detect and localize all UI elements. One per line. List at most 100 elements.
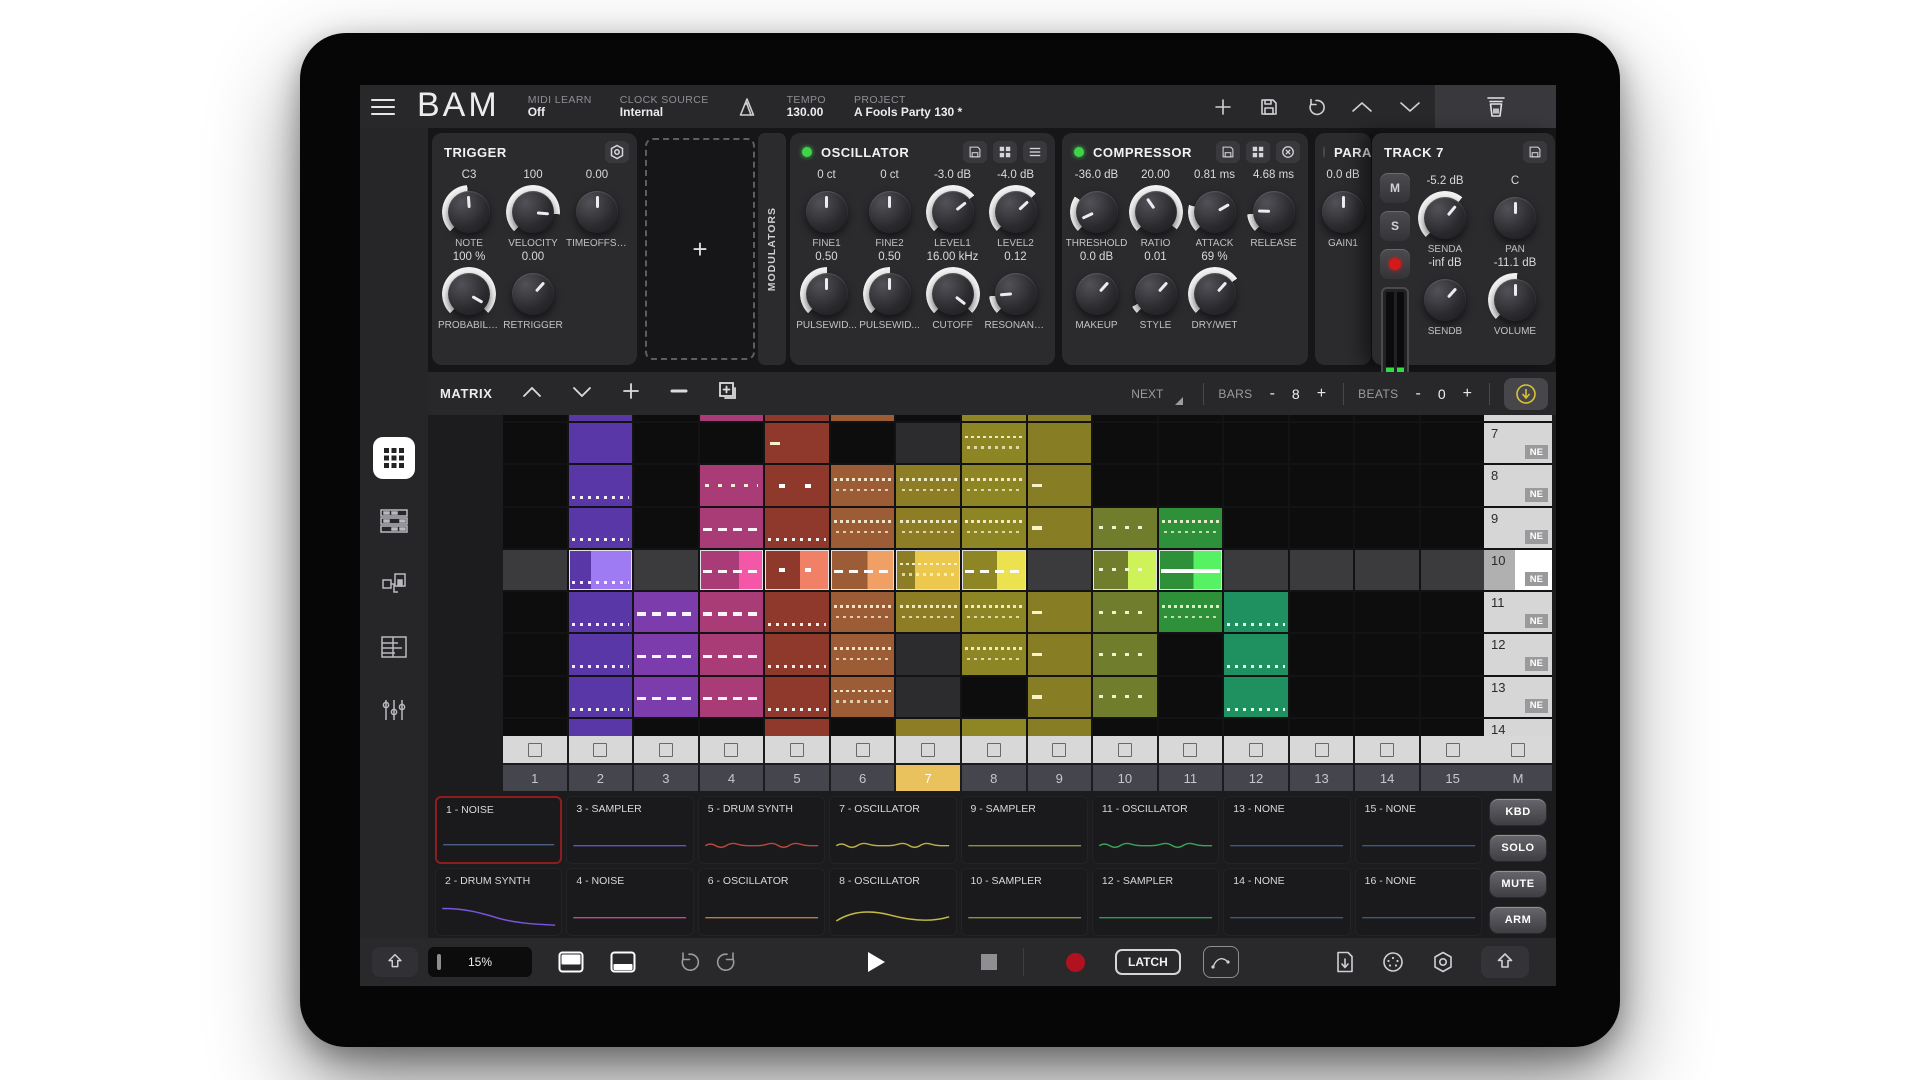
bars-plus-button[interactable]: + — [1314, 385, 1329, 403]
matrix-cell[interactable] — [700, 415, 764, 421]
track-card-15-none[interactable]: 15 - NONE — [1355, 796, 1482, 864]
matrix-cell[interactable] — [1159, 719, 1223, 736]
knob-probability[interactable]: 100 %PROBABILITY — [437, 251, 501, 331]
scene-checkbox[interactable] — [1093, 736, 1157, 763]
matrix-cell[interactable] — [1355, 508, 1419, 548]
matrix-cell[interactable] — [634, 592, 698, 632]
zoom-slider-handle[interactable] — [437, 954, 441, 970]
matrix-cell[interactable] — [1421, 677, 1485, 717]
midi-icon[interactable] — [1381, 950, 1405, 974]
matrix-cell[interactable] — [1224, 550, 1288, 590]
matrix-cell[interactable] — [503, 550, 567, 590]
matrix-cell[interactable] — [700, 719, 764, 736]
oscillator-grid-icon[interactable] — [993, 141, 1017, 163]
matrix-cell[interactable] — [634, 415, 698, 421]
matrix-cell[interactable] — [569, 423, 633, 463]
matrix-cell[interactable] — [962, 592, 1026, 632]
matrix-remove-icon[interactable] — [670, 382, 688, 405]
scene-checkbox[interactable] — [634, 736, 698, 763]
matrix-cell[interactable] — [1093, 415, 1157, 421]
mute-button[interactable]: M — [1380, 173, 1410, 203]
track-card-5-drum-synth[interactable]: 5 - DRUM SYNTH — [698, 796, 825, 864]
solo-button[interactable]: S — [1380, 211, 1410, 241]
matrix-cell[interactable] — [1355, 634, 1419, 674]
knob-release[interactable]: 4.68 msRELEASE — [1244, 169, 1303, 249]
matrix-cell[interactable] — [962, 677, 1026, 717]
solo-button[interactable]: SOLO — [1489, 834, 1547, 862]
matrix-cell[interactable] — [765, 508, 829, 548]
matrix-cell[interactable] — [1290, 592, 1354, 632]
matrix-cell[interactable] — [1421, 423, 1485, 463]
matrix-cell[interactable] — [569, 508, 633, 548]
oscillator-led[interactable] — [802, 147, 812, 157]
knob-pan[interactable]: CPAN — [1480, 175, 1550, 255]
scene-number[interactable]: 7 — [896, 765, 960, 791]
scene-row-label[interactable]: 14 — [1484, 719, 1552, 736]
matrix-cell[interactable] — [1355, 677, 1419, 717]
matrix-cell[interactable] — [634, 423, 698, 463]
matrix-duplicate-icon[interactable] — [718, 381, 738, 406]
scene-number[interactable]: 15 — [1421, 765, 1485, 791]
matrix-cell[interactable] — [700, 677, 764, 717]
next-scene-selector[interactable]: NEXT — [1131, 387, 1189, 401]
matrix-cell[interactable] — [765, 465, 829, 505]
project-field[interactable]: PROJECT A Fools Party 130 * — [854, 94, 962, 120]
matrix-cell[interactable] — [503, 719, 567, 736]
matrix-cell[interactable] — [700, 550, 764, 590]
scene-number[interactable]: 12 — [1224, 765, 1288, 791]
matrix-cell[interactable] — [1093, 550, 1157, 590]
matrix-cell[interactable] — [896, 508, 960, 548]
matrix-cell[interactable] — [1159, 634, 1223, 674]
knob-resonance[interactable]: 0.12RESONANCE — [984, 251, 1047, 331]
matrix-cell[interactable] — [1028, 592, 1092, 632]
compressor-close-icon[interactable] — [1276, 141, 1300, 163]
knob-note[interactable]: C3NOTE — [437, 169, 501, 249]
matrix-cell[interactable] — [962, 508, 1026, 548]
matrix-cell[interactable] — [1224, 415, 1288, 421]
matrix-cell[interactable] — [1421, 465, 1485, 505]
matrix-cell[interactable] — [1028, 550, 1092, 590]
add-modulator-slot[interactable]: + — [645, 138, 755, 360]
matrix-cell[interactable] — [1093, 508, 1157, 548]
menu-icon[interactable] — [371, 99, 395, 115]
knob-fine1[interactable]: 0 ctFINE1 — [795, 169, 858, 249]
matrix-cell[interactable] — [1028, 415, 1092, 421]
scene-checkbox[interactable] — [962, 736, 1026, 763]
matrix-cell[interactable] — [503, 423, 567, 463]
knob-fine2[interactable]: 0 ctFINE2 — [858, 169, 921, 249]
knob-senda[interactable]: -5.2 dBSENDA — [1410, 175, 1480, 255]
scene-number[interactable]: 13 — [1290, 765, 1354, 791]
matrix-cell[interactable] — [1355, 719, 1419, 736]
matrix-cell[interactable] — [765, 415, 829, 421]
matrix-cell[interactable] — [1224, 508, 1288, 548]
matrix-cell[interactable] — [831, 634, 895, 674]
matrix-cell[interactable] — [634, 550, 698, 590]
matrix-cell[interactable] — [1093, 634, 1157, 674]
scene-number[interactable]: 8 — [962, 765, 1026, 791]
matrix-cell[interactable] — [634, 465, 698, 505]
matrix-cell[interactable] — [569, 592, 633, 632]
matrix-cell[interactable] — [1224, 423, 1288, 463]
latch-button[interactable]: LATCH — [1115, 949, 1181, 975]
track-card-13-none[interactable]: 13 - NONE — [1223, 796, 1350, 864]
matrix-cell[interactable] — [1290, 719, 1354, 736]
shift-button-left[interactable] — [372, 947, 418, 977]
arm-button[interactable]: ARM — [1489, 906, 1547, 934]
matrix-cell[interactable] — [1093, 465, 1157, 505]
matrix-cell[interactable] — [1421, 550, 1485, 590]
shift-button-right[interactable] — [1481, 946, 1529, 978]
matrix-cell[interactable] — [503, 465, 567, 505]
matrix-cell[interactable] — [831, 465, 895, 505]
scene-checkbox[interactable] — [503, 736, 567, 763]
mute-button[interactable]: MUTE — [1489, 870, 1547, 898]
parametric-led[interactable] — [1323, 146, 1325, 158]
matrix-cell[interactable] — [700, 465, 764, 505]
matrix-cell[interactable] — [896, 423, 960, 463]
scene-checkbox[interactable] — [896, 736, 960, 763]
matrix-cell[interactable] — [1028, 677, 1092, 717]
matrix-cell[interactable] — [1159, 465, 1223, 505]
matrix-cell[interactable] — [1290, 677, 1354, 717]
compressor-led[interactable] — [1074, 147, 1084, 157]
matrix-cell[interactable] — [765, 634, 829, 674]
follow-playhead-button[interactable] — [1504, 378, 1548, 410]
